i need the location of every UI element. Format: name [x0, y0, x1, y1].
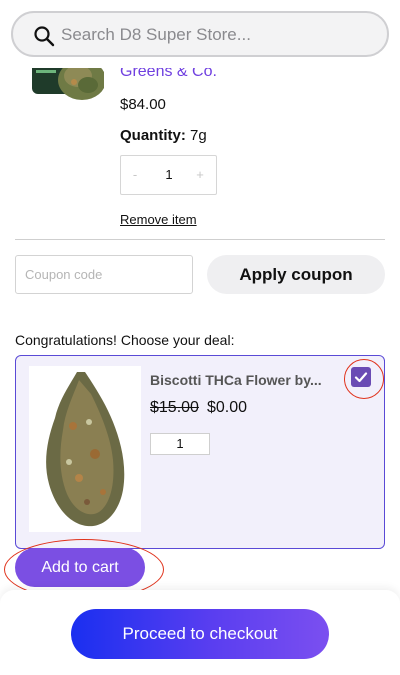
coupon-code-input[interactable] — [15, 255, 193, 294]
search-header — [0, 0, 400, 68]
cart-item-quantity: Quantity: 7g — [120, 127, 207, 144]
increment-button[interactable]: + — [190, 167, 210, 182]
search-input[interactable] — [61, 23, 361, 47]
deal-price: $0.00 — [207, 399, 248, 416]
deal-card[interactable]: Biscotti THCa Flower by... $15.00 $0.00 … — [15, 355, 385, 549]
cart-item-price: $84.00 — [120, 96, 166, 113]
deal-quantity-input[interactable]: 1 — [150, 433, 210, 455]
quantity-stepper: - 1 + — [120, 155, 217, 195]
quantity-input[interactable]: 1 — [157, 167, 181, 182]
divider — [15, 239, 385, 240]
quantity-label: Quantity: — [120, 127, 186, 144]
search-bar[interactable] — [11, 11, 389, 57]
deal-original-price: $15.00 — [150, 399, 199, 416]
deal-product-image — [29, 366, 141, 532]
proceed-to-checkout-button[interactable]: Proceed to checkout — [71, 609, 329, 659]
checkout-panel: Proceed to checkout — [0, 590, 400, 675]
annotation-circle-checkbox — [344, 359, 384, 399]
quantity-value: 7g — [185, 127, 207, 144]
apply-coupon-button[interactable]: Apply coupon — [207, 255, 385, 294]
decrement-button[interactable]: - — [125, 167, 145, 182]
search-icon — [34, 26, 55, 47]
deal-product-title[interactable]: Biscotti THCa Flower by... — [150, 372, 322, 388]
deal-heading: Congratulations! Choose your deal: — [15, 332, 235, 348]
remove-item-link[interactable]: Remove item — [120, 212, 197, 227]
